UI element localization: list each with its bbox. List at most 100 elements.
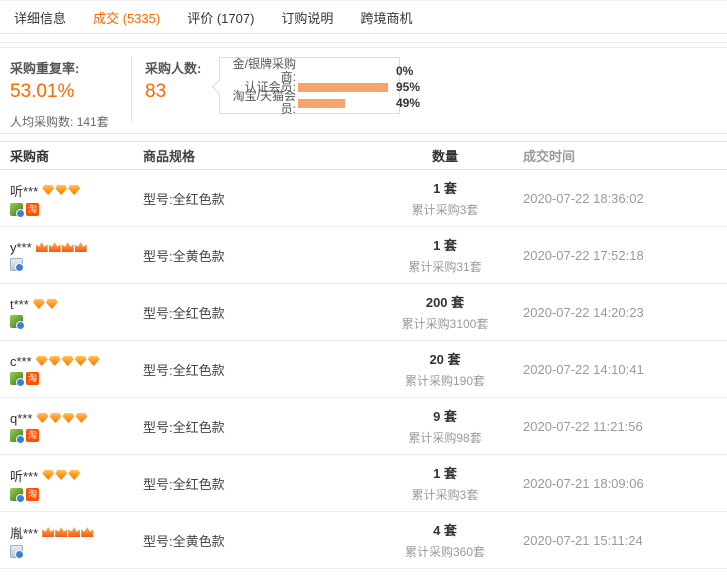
crown-icon [55,527,67,537]
buyer-type-panel: 金/银牌采购商:0%认证会员:95%淘宝/天猫会员:49% [219,57,400,114]
table-row: y*** 型号:全黄色款 1 套 累计采购31套 2020-07-22 17:5… [0,227,727,284]
quantity-value: 9 套 [380,406,510,425]
column-header-quantity: 数量 [380,146,510,165]
buyer-name[interactable]: t*** [10,297,29,312]
table-row: c*** 淘 型号:全红色款 20 套 累计采购190套 2020-07-22 … [0,341,727,398]
column-header-time: 成交时间 [510,146,727,165]
quantity-value: 1 套 [380,235,510,254]
diamond-icon [68,470,80,480]
buyer-level-icons [42,470,80,480]
crown-icon [42,527,54,537]
product-spec: 型号:全红色款 [135,303,380,322]
diamond-icon [46,299,58,309]
buyer-level-icons [36,356,100,366]
buyer-level-icons [36,413,87,423]
diamond-icon [62,413,74,423]
buyer-cell: 胤*** [0,523,135,558]
tab-item[interactable]: 跨境商机 [360,8,412,27]
diamond-icon [33,299,45,309]
buyer-name[interactable]: 听*** [10,181,38,200]
buyer-cell: 听*** 淘 [0,181,135,216]
crown-icon [81,527,93,537]
buyer-level-icons [36,242,87,252]
table-row: 听*** 淘 型号:全红色款 1 套 累计采购3套 2020-07-22 18:… [0,170,727,227]
table-row: 听*** 淘 型号:全红色款 1 套 累计采购3套 2020-07-21 18:… [0,455,727,512]
avg-purchase: 人均采购数: 141套 [10,113,122,130]
cumulative-purchase: 累计采购3100套 [380,315,510,332]
product-spec: 型号:全红色款 [135,360,380,379]
tao-badge-icon: 淘 [26,372,39,385]
tab-item[interactable]: 订购说明 [281,8,333,27]
buyer-type-bar [298,83,393,92]
deal-time: 2020-07-21 18:09:06 [510,476,727,491]
buyer-count-label: 采购人数: [145,58,215,77]
table-header: 采购商 商品规格 数量 成交时间 [0,141,727,170]
quantity-cell: 200 套 累计采购3100套 [380,292,510,332]
buyer-badges: 淘 [10,372,135,385]
tab-active[interactable]: 成交 (5335) [93,8,160,27]
crown-icon [36,242,48,252]
crown-icon [68,527,80,537]
buyer-type-row: 金/银牌采购商:0% [224,63,391,79]
table-row: 胤*** 型号:全黄色款 4 套 累计采购360套 2020-07-21 15:… [0,512,727,569]
diamond-icon [55,470,67,480]
cumulative-purchase: 累计采购360套 [380,543,510,560]
product-spec: 型号:全黄色款 [135,246,380,265]
cumulative-purchase: 累计采购190套 [380,372,510,389]
deal-time: 2020-07-22 17:52:18 [510,248,727,263]
product-spec: 型号:全黄色款 [135,531,380,550]
tab-item[interactable]: 评价 (1707) [187,8,254,27]
deal-time: 2020-07-22 11:21:56 [510,419,727,434]
quantity-value: 4 套 [380,520,510,539]
diamond-icon [68,185,80,195]
purchase-stats-section: 采购重复率: 53.01% 人均采购数: 141套 采购人数: 83 金/银牌采… [0,52,727,134]
quantity-cell: 20 套 累计采购190套 [380,349,510,389]
buyer-badges: 淘 [10,203,135,216]
buyer-name[interactable]: 听*** [10,466,38,485]
cumulative-purchase: 累计采购31套 [380,258,510,275]
quantity-cell: 1 套 累计采购3套 [380,178,510,218]
stats-divider [131,56,132,122]
buyer-name[interactable]: q*** [10,411,32,426]
buyer-name[interactable]: c*** [10,354,32,369]
cumulative-purchase: 累计采购3套 [380,486,510,503]
buyer-name[interactable]: 胤*** [10,523,38,542]
quantity-cell: 1 套 累计采购31套 [380,235,510,275]
transaction-page: 详细信息 成交 (5335) 评价 (1707) 订购说明 跨境商机 采购重复率: 53… [0,0,727,585]
quantity-value: 1 套 [380,463,510,482]
buyer-type-label: 淘宝/天猫会员: [224,90,296,115]
buyer-level-icons [33,299,58,309]
person-badge-icon [10,488,23,501]
buyer-badges: 淘 [10,429,135,442]
column-header-buyer: 采购商 [0,146,135,165]
crown-icon [75,242,87,252]
diamond-icon [49,356,61,366]
repeat-rate-label: 采购重复率: [10,58,122,77]
diamond-icon [36,413,48,423]
crown-icon [62,242,74,252]
buyer-type-percent: 95% [396,80,420,94]
product-spec: 型号:全红色款 [135,417,380,436]
diamond-icon [88,356,100,366]
column-header-spec: 商品规格 [135,146,380,165]
sub-divider [0,42,727,48]
crown-icon [49,242,61,252]
tab-item[interactable]: 详细信息 [14,8,66,27]
buyer-cell: 听*** 淘 [0,466,135,501]
buyer-type-bar [298,99,393,108]
buyer-name[interactable]: y*** [10,240,32,255]
transaction-table-body: 听*** 淘 型号:全红色款 1 套 累计采购3套 2020-07-22 18:… [0,170,727,585]
diamond-icon [55,185,67,195]
avg-purchase-value: 141套 [77,115,109,129]
product-spec: 型号:全红色款 [135,474,380,493]
cumulative-purchase: 累计采购3套 [380,201,510,218]
diamond-icon [42,185,54,195]
deal-time: 2020-07-22 14:10:41 [510,362,727,377]
diamond-icon [75,356,87,366]
buyer-level-icons [42,527,93,537]
diamond-icon [62,356,74,366]
quantity-value: 1 套 [380,178,510,197]
repeat-rate-value: 53.01% [10,81,122,103]
tao-badge-icon: 淘 [26,488,39,501]
product-spec: 型号:全红色款 [135,189,380,208]
